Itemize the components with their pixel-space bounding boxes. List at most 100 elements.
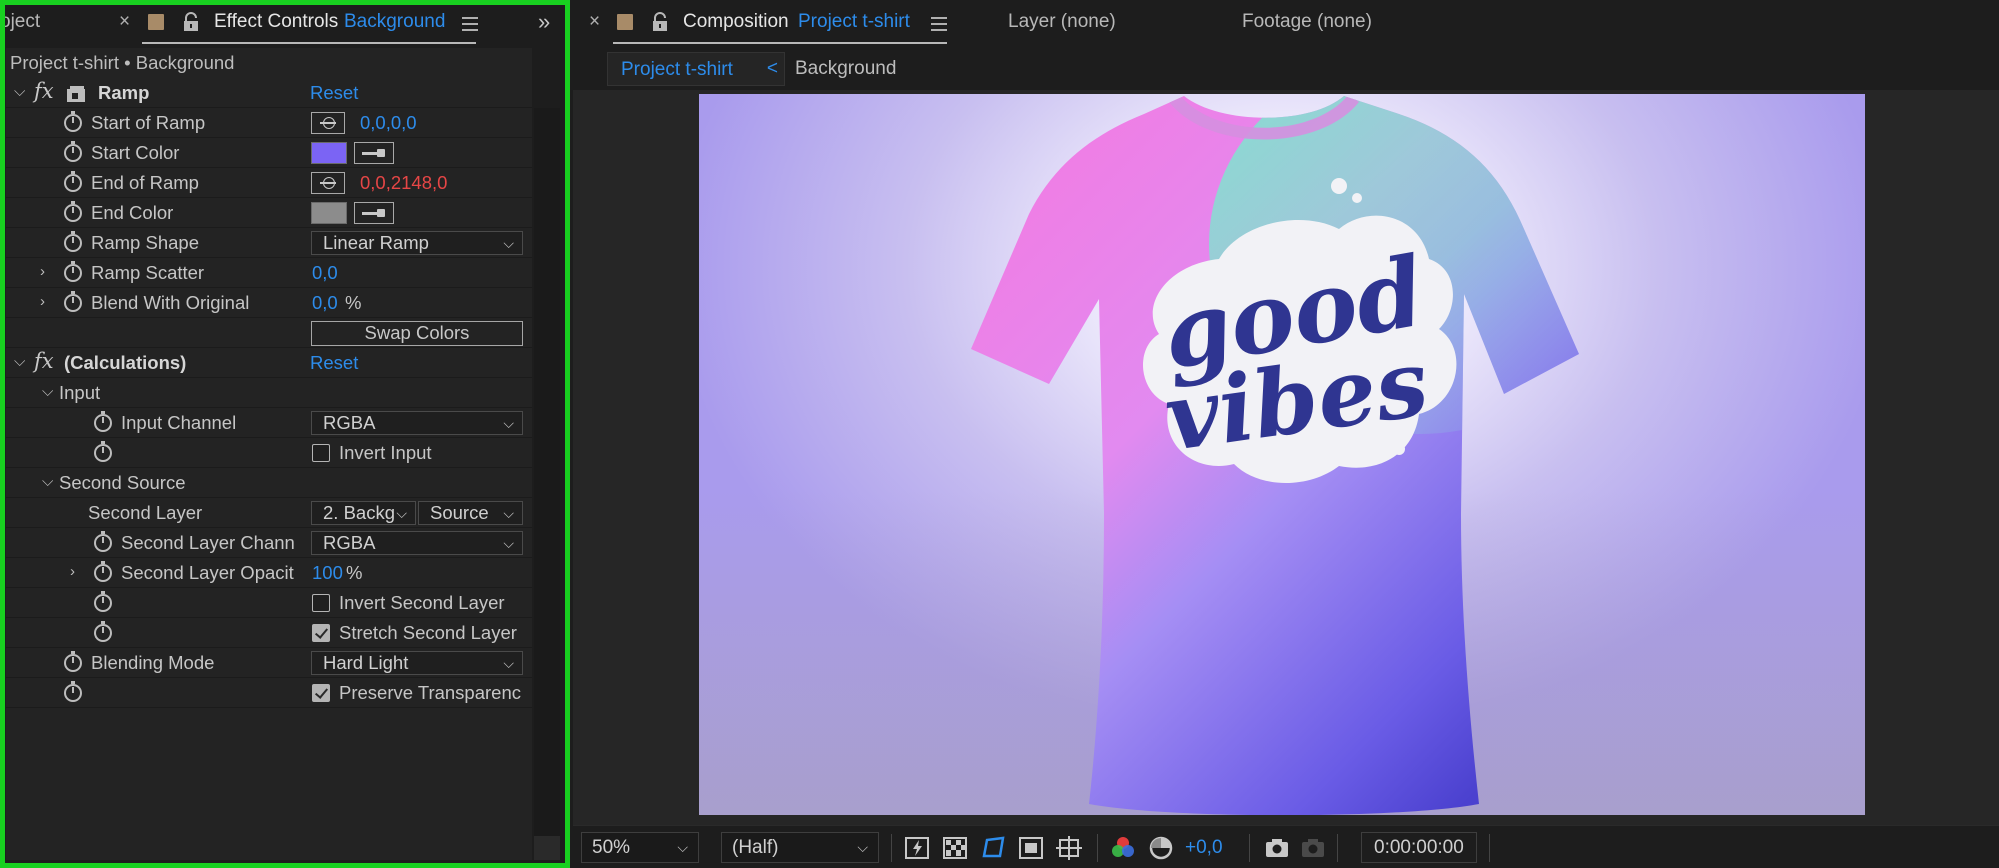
start-color-swatch[interactable] — [311, 142, 347, 164]
checkbox-label: Preserve Transparenc — [339, 682, 522, 703]
double-chevron-right-icon[interactable]: » — [538, 9, 550, 35]
ramp-shape-dropdown[interactable]: Linear Ramp ⌵ — [311, 231, 523, 255]
stopwatch-icon[interactable] — [64, 681, 82, 702]
lock-icon[interactable] — [182, 12, 200, 32]
zoom-dropdown[interactable]: 50% ⌵ — [581, 832, 699, 863]
panel-menu-icon[interactable] — [462, 17, 478, 31]
swap-colors-button[interactable]: Swap Colors — [311, 321, 523, 346]
comp-breadcrumb-layer[interactable]: Background — [795, 58, 896, 80]
second-layer-source-dropdown[interactable]: Source ⌵ — [418, 501, 523, 525]
stopwatch-icon[interactable] — [94, 591, 112, 612]
stopwatch-icon[interactable] — [64, 261, 82, 282]
group-second-source[interactable]: ⌵ Second Source — [6, 468, 532, 498]
group-input[interactable]: ⌵ Input — [6, 378, 532, 408]
start-of-ramp-value[interactable]: 0,0,0,0 — [360, 112, 417, 134]
blend-unit: % — [345, 292, 362, 313]
second-layer-dropdown[interactable]: 2. Backg ⌵ — [311, 501, 416, 525]
tab-project[interactable]: oject — [0, 11, 40, 33]
end-of-ramp-value[interactable]: 0,0,2148,0 — [360, 172, 447, 194]
camera-icon[interactable] — [1263, 834, 1291, 862]
preserve-transparency-checkbox[interactable] — [312, 684, 330, 702]
channel-rgb-icon[interactable] — [1109, 834, 1137, 862]
effect-ramp-header[interactable]: ⌵ fx Ramp Reset — [6, 78, 532, 108]
composition-viewer[interactable]: good vibes — [573, 90, 1999, 825]
prop-second-layer-opacity: › Second Layer Opacit 100 % — [6, 558, 532, 588]
lock-icon[interactable] — [651, 12, 669, 32]
fast-previews-icon[interactable] — [903, 834, 931, 862]
exposure-value[interactable]: +0,0 — [1185, 837, 1223, 859]
ramp-reset-link[interactable]: Reset — [310, 82, 358, 104]
stopwatch-icon[interactable] — [64, 651, 82, 672]
blending-mode-dropdown[interactable]: Hard Light ⌵ — [311, 651, 523, 675]
calculations-reset-link[interactable]: Reset — [310, 352, 358, 374]
stopwatch-icon[interactable] — [94, 441, 112, 462]
chevron-down-icon[interactable]: ⌵ — [42, 383, 53, 400]
scrollbar-thumb[interactable] — [534, 836, 560, 860]
tab-layer[interactable]: Layer (none) — [1008, 11, 1116, 33]
tab-footage[interactable]: Footage (none) — [1242, 11, 1372, 33]
end-color-swatch[interactable] — [311, 202, 347, 224]
show-snapshot-icon[interactable] — [1299, 834, 1327, 862]
ramp-scatter-value[interactable]: 0,0 — [312, 262, 338, 284]
blend-value[interactable]: 0,0 — [312, 292, 338, 314]
point-target-icon[interactable] — [311, 172, 345, 194]
grid-guides-icon[interactable] — [1055, 834, 1083, 862]
invert-input-checkbox[interactable] — [312, 444, 330, 462]
stopwatch-icon[interactable] — [64, 111, 82, 132]
vertical-scrollbar[interactable] — [534, 108, 560, 860]
prop-label: Start of Ramp — [91, 112, 206, 133]
stopwatch-icon[interactable] — [94, 531, 112, 552]
mask-visibility-icon[interactable] — [979, 834, 1007, 862]
prop-second-layer-channel: Second Layer Chann RGBA ⌵ — [6, 528, 532, 558]
chevron-down-icon[interactable]: ⌵ — [14, 83, 25, 100]
prop-invert-second-layer: Invert Second Layer — [6, 588, 532, 618]
reset-exposure-icon[interactable] — [1147, 834, 1175, 862]
chevron-right-icon[interactable]: › — [70, 563, 75, 580]
timecode-display[interactable]: 0:00:00:00 — [1361, 832, 1477, 863]
fx-icon[interactable]: fx — [34, 79, 54, 103]
stopwatch-icon[interactable] — [64, 201, 82, 222]
second-layer-opacity-value[interactable]: 100 — [312, 562, 343, 584]
chevron-right-icon[interactable]: › — [40, 293, 45, 310]
stopwatch-icon[interactable] — [64, 231, 82, 252]
tab-effect-controls-title[interactable]: Effect Controls — [214, 11, 338, 33]
effect-controls-panel: oject × Effect Controls Background » Pro… — [0, 0, 570, 868]
toolbar-divider — [1249, 834, 1250, 862]
second-layer-channel-dropdown[interactable]: RGBA ⌵ — [311, 531, 523, 555]
input-channel-dropdown[interactable]: RGBA ⌵ — [311, 411, 523, 435]
prop-preserve-transparency: Preserve Transparenc — [6, 678, 532, 708]
blending-mode-value: Hard Light — [323, 652, 409, 673]
stopwatch-icon[interactable] — [64, 141, 82, 162]
transparency-grid-icon[interactable] — [941, 834, 969, 862]
comp-breadcrumb-active[interactable]: Project t-shirt < — [607, 52, 785, 86]
tab-composition-name[interactable]: Project t-shirt — [798, 11, 910, 33]
invert-second-layer-checkbox[interactable] — [312, 594, 330, 612]
chevron-right-icon[interactable]: › — [40, 263, 45, 280]
eyedropper-icon[interactable] — [354, 142, 394, 164]
chevron-down-icon[interactable]: ⌵ — [42, 473, 53, 490]
effect-calculations-header[interactable]: ⌵ fx (Calculations) Reset — [6, 348, 532, 378]
prop-label: Input Channel — [121, 412, 237, 433]
close-tab-icon[interactable]: × — [589, 11, 600, 33]
chevron-down-icon: ⌵ — [503, 655, 514, 671]
stopwatch-icon[interactable] — [64, 171, 82, 192]
resolution-dropdown[interactable]: (Half) ⌵ — [721, 832, 879, 863]
prop-label: Start Color — [91, 142, 180, 163]
stopwatch-icon[interactable] — [94, 561, 112, 582]
tab-effect-controls-layer[interactable]: Background — [344, 11, 445, 33]
chevron-left-icon: < — [766, 58, 778, 79]
panel-menu-icon[interactable] — [931, 17, 947, 31]
stopwatch-icon[interactable] — [94, 621, 112, 642]
fx-icon[interactable]: fx — [34, 349, 54, 373]
point-target-icon[interactable] — [311, 112, 345, 134]
eyedropper-icon[interactable] — [354, 202, 394, 224]
prop-label: Second Layer — [88, 502, 203, 523]
tab-composition-title[interactable]: Composition — [683, 11, 789, 33]
close-tab-icon[interactable]: × — [119, 11, 130, 33]
composition-frame[interactable]: good vibes — [699, 94, 1865, 815]
stopwatch-icon[interactable] — [64, 291, 82, 312]
chevron-down-icon[interactable]: ⌵ — [14, 353, 25, 370]
stretch-second-layer-checkbox[interactable] — [312, 624, 330, 642]
stopwatch-icon[interactable] — [94, 411, 112, 432]
region-of-interest-icon[interactable] — [1017, 834, 1045, 862]
